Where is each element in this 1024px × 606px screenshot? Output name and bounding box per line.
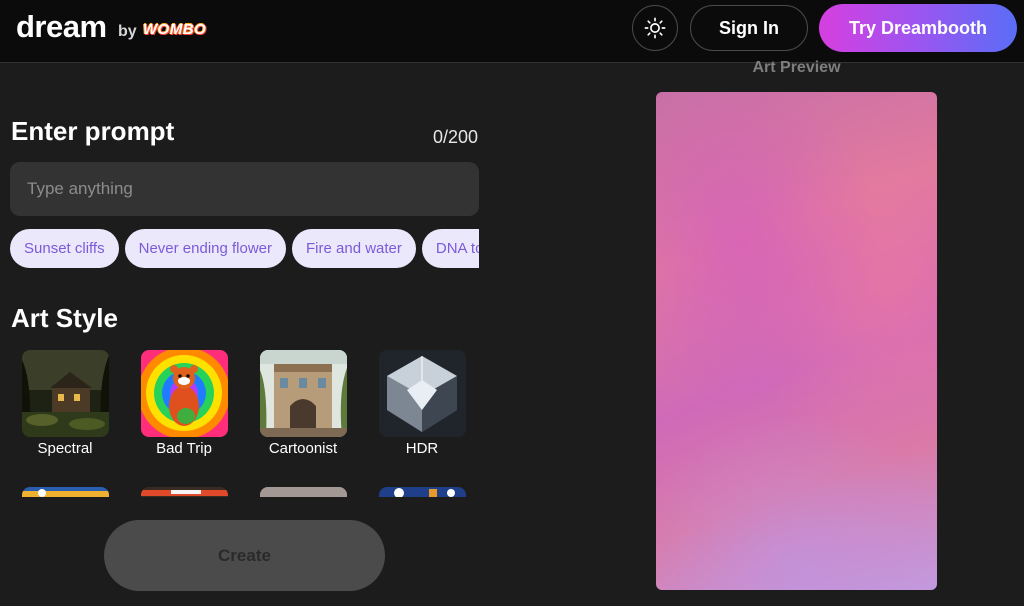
suggestion-chip[interactable]: Sunset cliffs	[10, 229, 119, 268]
suggestion-chip[interactable]: Never ending flower	[124, 229, 287, 268]
hdr-thumbnail	[379, 350, 466, 437]
style-option-row2-4[interactable]	[367, 486, 477, 497]
logo-dream[interactable]: dream	[16, 9, 107, 45]
style-option-spectral[interactable]: Spectral	[10, 349, 120, 469]
style-thumbnail	[260, 487, 347, 497]
style-option-cartoonist[interactable]: Cartoonist	[248, 349, 358, 469]
spectral-thumbnail	[22, 350, 109, 437]
art-preview-card	[656, 92, 937, 590]
sun-icon	[644, 17, 666, 39]
style-label: HDR	[405, 440, 439, 457]
theme-toggle-button[interactable]	[632, 5, 678, 51]
suggestion-chip[interactable]: Fire and water	[292, 229, 416, 268]
style-option-row2-3[interactable]	[248, 486, 358, 497]
style-label: Bad Trip	[156, 440, 212, 457]
style-option-hdr[interactable]: HDR	[367, 349, 477, 469]
suggestion-chip[interactable]: DNA torna	[421, 229, 479, 268]
style-option-bad-trip[interactable]: Bad Trip	[129, 349, 239, 469]
enter-prompt-heading: Enter prompt	[11, 116, 175, 146]
try-dreambooth-button[interactable]: Try Dreambooth	[819, 4, 1017, 52]
prompt-suggestions: Sunset cliffs Never ending flower Fire and…	[10, 229, 479, 269]
top-bar: dream by WOMBO Sign In Try Dreambooth	[0, 0, 1024, 63]
logo-by: by	[118, 23, 137, 40]
style-thumbnail	[22, 487, 109, 497]
cartoonist-thumbnail	[260, 350, 347, 437]
sign-in-button[interactable]: Sign In	[690, 5, 808, 51]
art-style-grid: Spectral Bad Trip Cartoonist HDR	[10, 349, 480, 497]
style-option-row2-1[interactable]	[10, 486, 120, 497]
style-thumbnail	[141, 487, 228, 497]
art-style-heading: Art Style	[11, 303, 118, 333]
logo-wombo: WOMBO	[143, 21, 207, 38]
create-button[interactable]: Create	[104, 520, 385, 591]
art-preview-label: Art Preview	[752, 59, 841, 76]
style-option-row2-2[interactable]	[129, 486, 239, 497]
prompt-input[interactable]	[10, 162, 479, 216]
bad-trip-thumbnail	[141, 350, 228, 437]
style-label: Cartoonist	[268, 440, 338, 457]
character-counter: 0/200	[432, 127, 478, 147]
style-thumbnail	[379, 487, 466, 497]
style-label: Spectral	[37, 440, 93, 457]
